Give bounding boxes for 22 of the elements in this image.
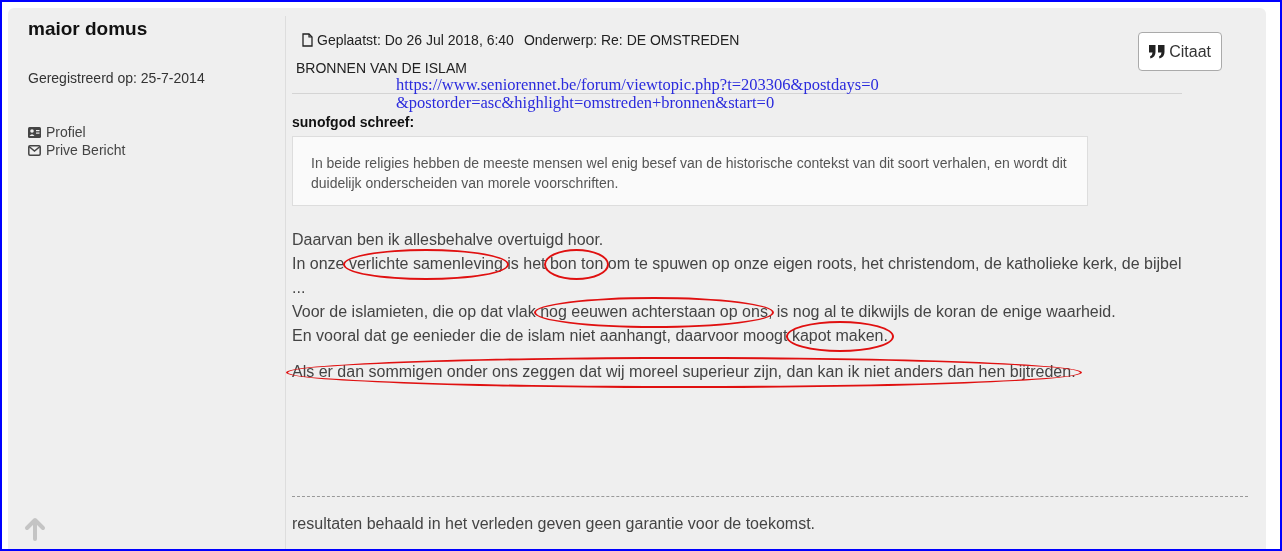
- pasted-url: https://www.seniorennet.be/forum/viewtopic.php?t=203306&postdays=0: [396, 75, 879, 94]
- arrow-up-icon[interactable]: [24, 517, 46, 541]
- registration-date: Geregistreerd op: 25-7-2014: [28, 70, 206, 86]
- document-icon: [302, 33, 313, 47]
- quote-text: In beide religies hebben de meeste mensen wel enig besef van de historische contekst van dit soort verhalen, en wordt dit duidelijk onderscheiden van morele voorschriften.: [292, 136, 1088, 206]
- post-subject: BRONNEN VAN DE ISLAM: [295, 60, 468, 76]
- pasted-url: &postorder=asc&highlight=omstreden+bronnen&start=0: [396, 93, 775, 112]
- post-text: Als er dan sommigen onder ons zeggen dat wij moreel superieur zijn, dan kan ik niet anders dan hen bijtreden.: [292, 360, 1248, 384]
- post-subject: Onderwerp: Re: DE OMSTREDEN: [523, 32, 740, 48]
- signature-text: resultaten behaald in het verleden geven geen garantie voor de toekomst.: [292, 515, 817, 533]
- post-date: Geplaatst: Do 26 Jul 2018, 6:40: [317, 32, 514, 48]
- post-text: ...: [292, 278, 307, 298]
- post-text: En vooral dat ge eenieder die de islam niet aanhangt, daarvoor moogt kapot maken.: [292, 324, 1248, 348]
- author-name: maior domus: [28, 18, 149, 40]
- quote-button[interactable]: Citaat: [1138, 32, 1222, 71]
- id-card-icon: [28, 126, 41, 138]
- quote-icon: [1149, 44, 1166, 59]
- envelope-icon: [28, 144, 41, 156]
- profile-link[interactable]: Profiel: [46, 123, 86, 141]
- profile-link[interactable]: Prive Bericht: [46, 141, 126, 159]
- quote-author: sunofgod schreef:: [292, 114, 416, 130]
- post-text: Daarvan ben ik allesbehalve overtuigd hoor.: [292, 230, 605, 250]
